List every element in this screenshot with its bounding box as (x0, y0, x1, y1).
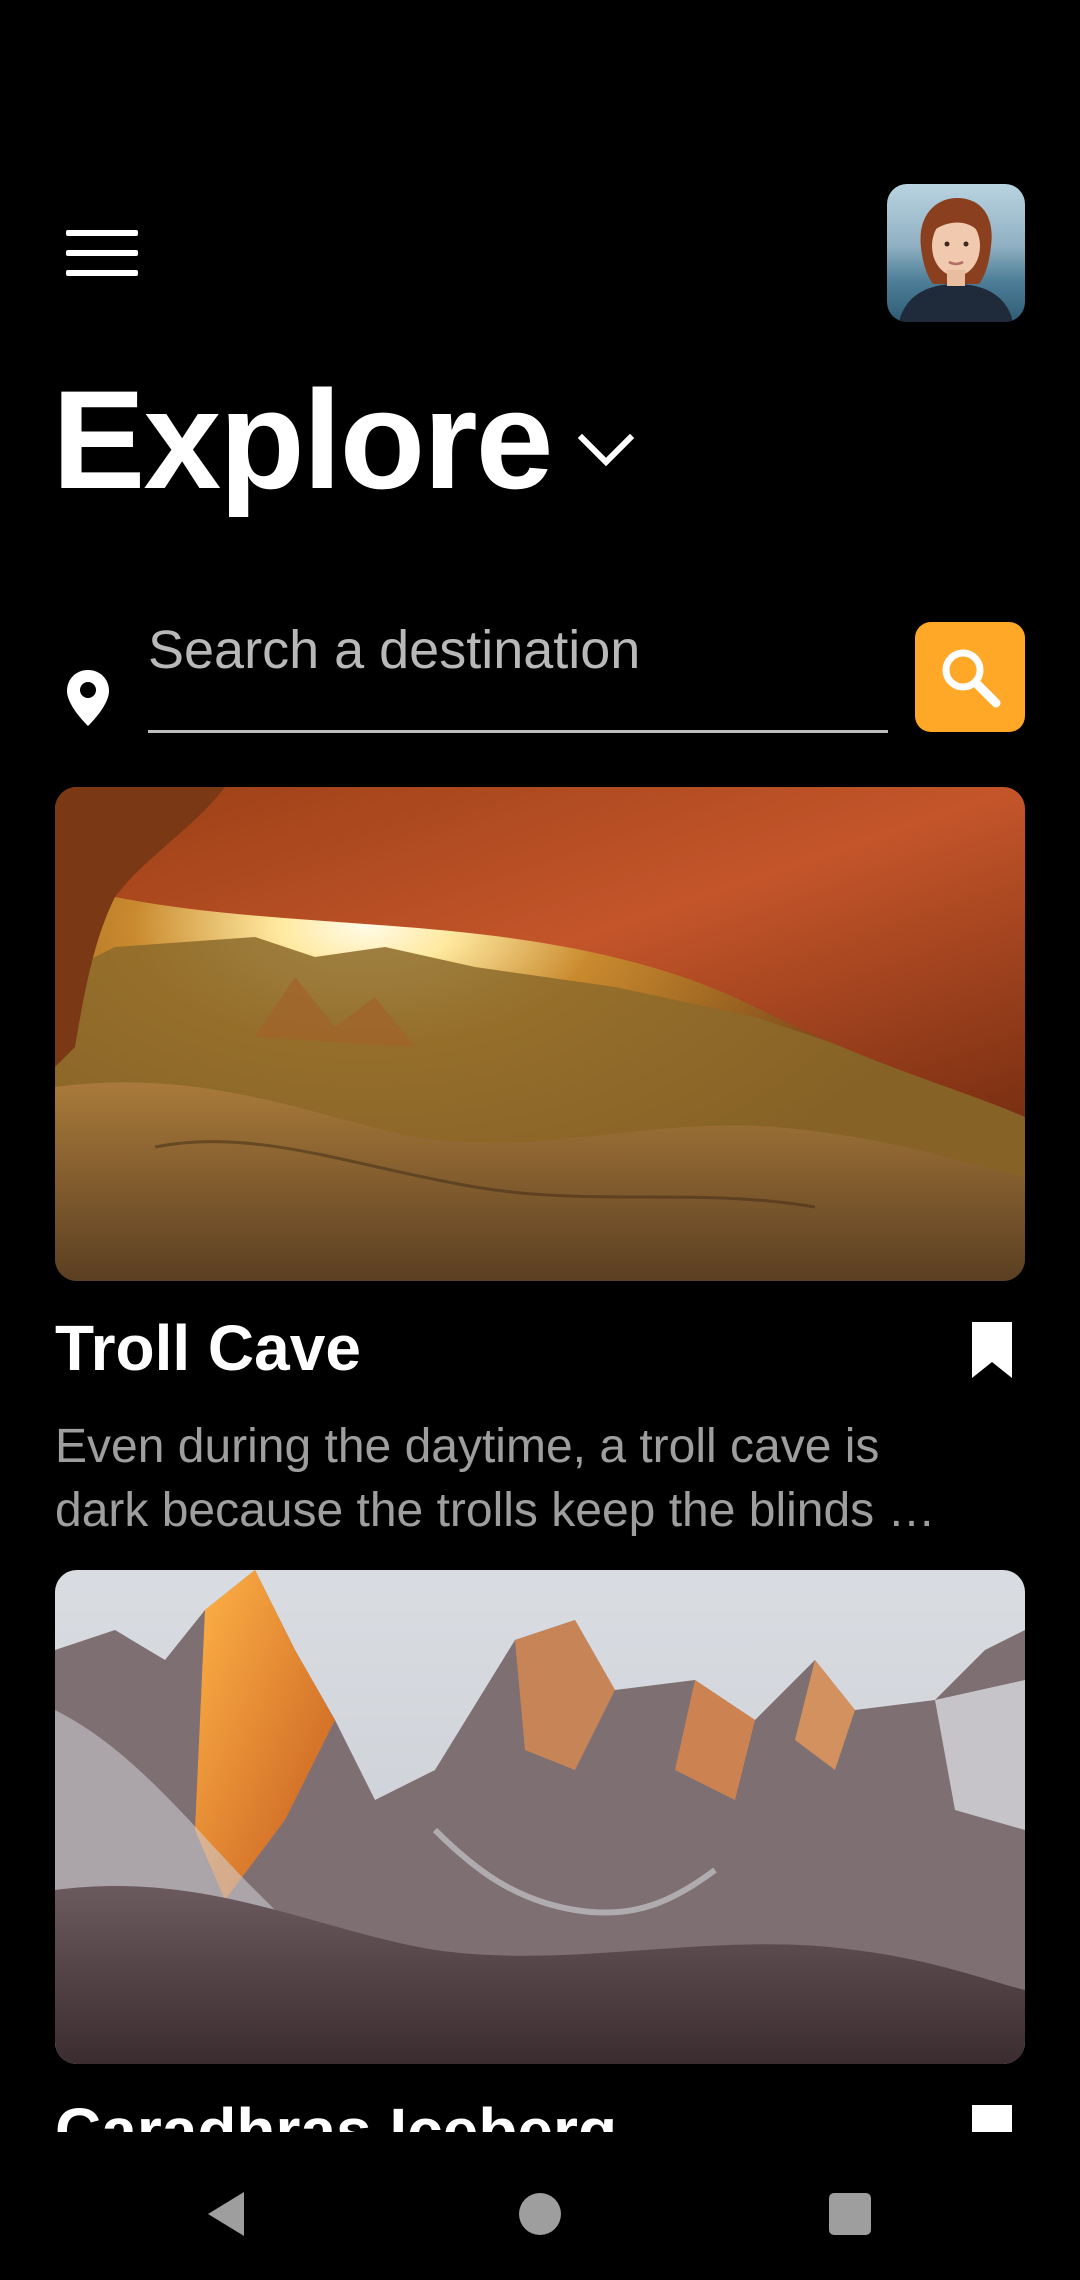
hamburger-menu-icon (66, 230, 138, 236)
home-circle-icon[interactable] (519, 2193, 561, 2235)
search-icon (942, 649, 1001, 708)
mountain-peaks-image (55, 1570, 1025, 2064)
page-title: Explore (52, 361, 554, 518)
search-field[interactable] (148, 605, 888, 733)
place-image[interactable] (55, 1570, 1025, 2064)
bookmark-icon[interactable] (968, 1320, 1016, 1380)
search-button[interactable] (915, 622, 1025, 732)
explore-dropdown[interactable]: Explore (52, 360, 636, 520)
back-triangle-icon[interactable] (204, 2190, 248, 2238)
avatar-image (887, 184, 1025, 322)
menu-button[interactable] (56, 218, 148, 288)
location-pin-icon (67, 670, 109, 726)
place-title[interactable]: Troll Cave (55, 1310, 361, 1386)
place-description: Even during the daytime, a troll cave is… (55, 1420, 936, 1537)
avatar[interactable] (887, 184, 1025, 322)
recents-square-icon[interactable] (829, 2193, 871, 2235)
status-bar (0, 0, 1080, 96)
canyon-arch-image (55, 787, 1025, 1281)
search-input[interactable] (148, 605, 888, 730)
chevron-down-icon (577, 433, 634, 467)
place-image[interactable] (55, 787, 1025, 1281)
